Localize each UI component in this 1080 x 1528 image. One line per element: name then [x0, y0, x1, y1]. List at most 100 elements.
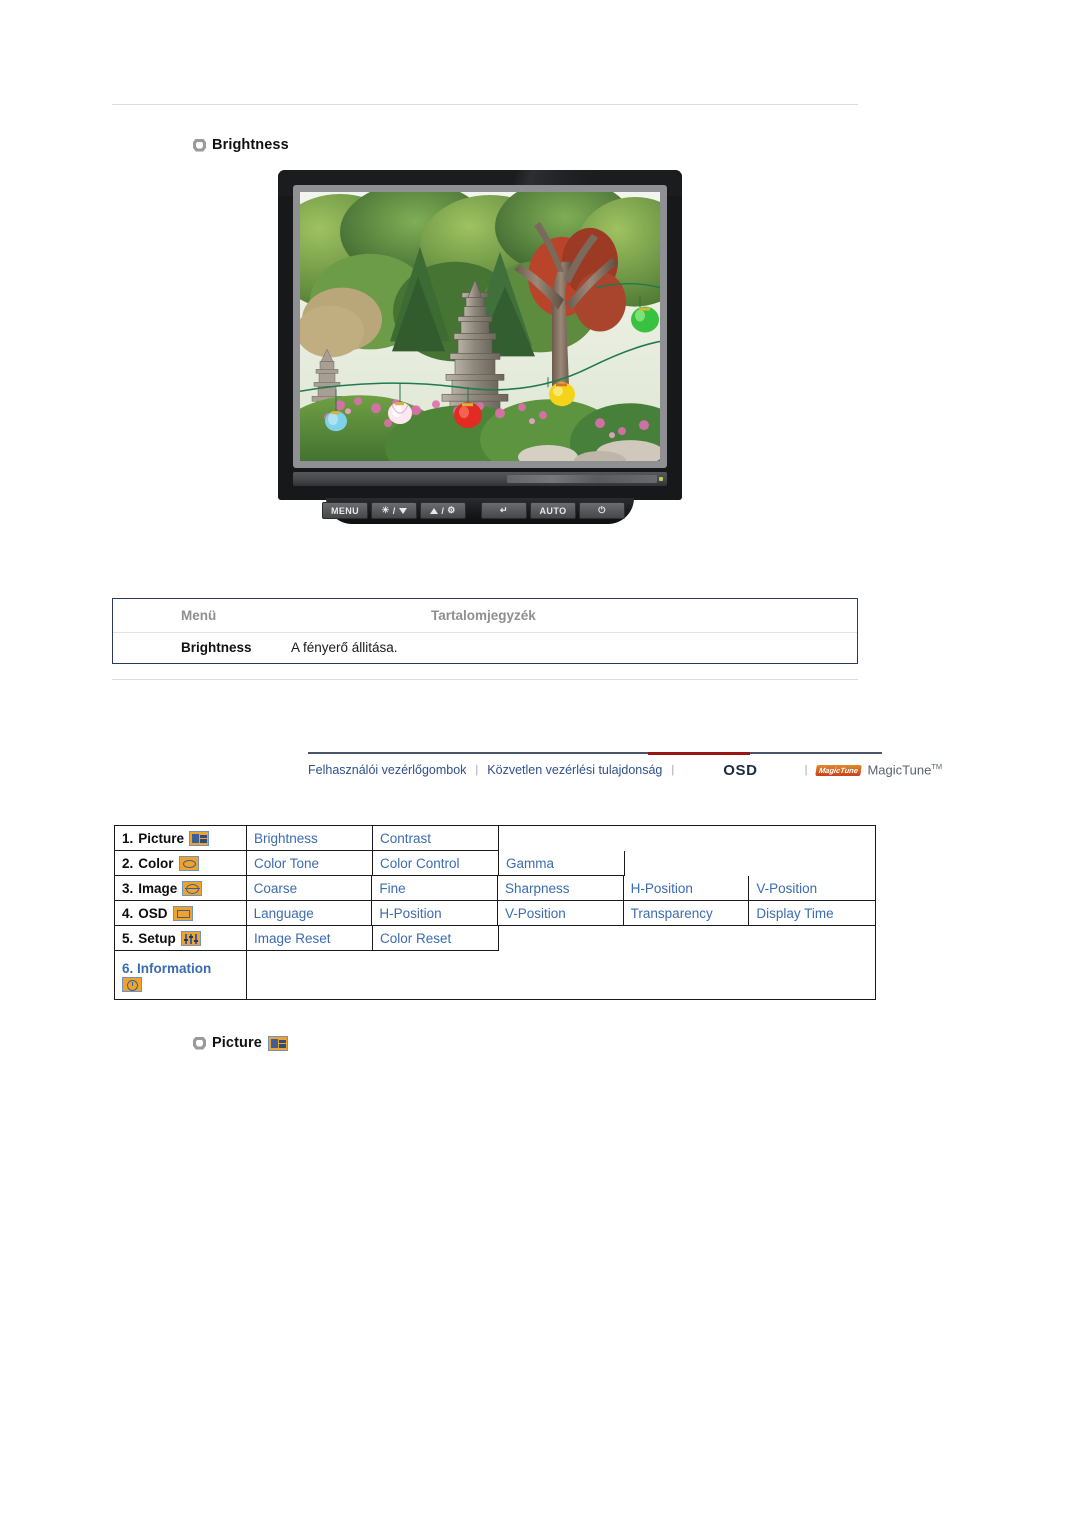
osd-label-setup[interactable]: 5. Setup	[115, 926, 247, 951]
setup-icon	[180, 930, 201, 946]
osd-item-color-reset[interactable]: Color Reset	[373, 926, 499, 951]
osd-label-information[interactable]: 6. Information	[115, 951, 247, 999]
table-header-row: Menü Tartalomjegyzék	[113, 599, 857, 633]
osd-item-v-position[interactable]: V-Position	[749, 876, 876, 901]
table-header-menu-label: Menü	[181, 607, 217, 623]
osd-item-fine[interactable]: Fine	[372, 876, 498, 901]
table-header-toc-label: Tartalomjegyzék	[431, 607, 536, 623]
menu-button-label: MENU	[330, 505, 360, 516]
osd-label-picture-text: Picture	[138, 830, 185, 846]
osd-label-color-text: Color	[138, 855, 174, 871]
section-heading-brightness-label: Brightness	[212, 137, 289, 153]
osd-row-information: 6. Information	[115, 951, 875, 999]
chevron-down-icon	[398, 507, 407, 514]
top-divider	[112, 104, 858, 105]
nav-tab-osd[interactable]: OSD	[723, 762, 757, 779]
monitor-bezel	[278, 170, 682, 500]
auto-button[interactable]: AUTO	[530, 502, 576, 519]
osd-item-h-position[interactable]: H-Position	[372, 901, 498, 926]
osd-empty-cell	[625, 851, 875, 876]
osd-label-information-text: 6. Information	[122, 961, 211, 976]
osd-item-gamma[interactable]: Gamma	[499, 851, 625, 876]
osd-label-image-text: Image	[138, 880, 178, 896]
navbar-rule	[308, 752, 882, 754]
osd-item-image-reset[interactable]: Image Reset	[247, 926, 373, 951]
power-icon: ⏻	[598, 505, 606, 515]
osd-row-osd: 4. OSD Language H-Position V-Position Tr…	[115, 901, 876, 926]
osd-empty-cell	[499, 826, 875, 851]
osd-label-color[interactable]: 2. Color	[115, 851, 247, 876]
osd-row-image: 3. Image Coarse Fine Sharpness H-Positio…	[115, 876, 876, 901]
magictune-label: MagicTune	[867, 762, 932, 778]
osd-number-2: 2.	[122, 855, 134, 871]
slash-divider: /	[392, 505, 396, 516]
power-led	[659, 477, 663, 481]
osd-empty-cell	[499, 926, 875, 951]
section-heading-brightness: Brightness	[193, 137, 289, 153]
osd-item-color-tone[interactable]: Color Tone	[247, 851, 373, 876]
mid-divider	[112, 679, 858, 680]
osd-item-sharpness[interactable]: Sharpness	[498, 876, 624, 901]
osd-item-color-control[interactable]: Color Control	[373, 851, 499, 876]
nav-link-direct-control[interactable]: Közvetlen vezérlési tulajdonság	[487, 763, 662, 777]
table-cell-menu: Brightness	[113, 639, 291, 657]
osd-label-osd[interactable]: 4. OSD	[115, 901, 247, 926]
osd-item-display-time[interactable]: Display Time	[749, 901, 876, 926]
table-cell-toc: A fényerő állitása.	[291, 639, 857, 657]
nav-separator: |	[804, 764, 808, 776]
nav-link-user-controls[interactable]: Felhasználói vezérlőgombok	[308, 763, 466, 777]
nav-link-magictune[interactable]: MagicTuneTM	[867, 762, 942, 777]
section-heading-picture: Picture	[193, 1035, 288, 1051]
osd-number-5: 5.	[122, 930, 134, 946]
auto-button-label: AUTO	[539, 505, 567, 516]
osd-row-setup: 5. Setup Image Reset Color Reset	[115, 926, 875, 951]
osd-row-picture: 1. Picture Brightness Contrast	[115, 826, 875, 851]
osd-item-brightness[interactable]: Brightness	[247, 826, 373, 851]
osd-number-3: 3.	[122, 880, 134, 896]
power-button[interactable]: ⏻	[579, 502, 625, 519]
magictune-logo-icon: MagicTune	[815, 764, 863, 776]
brightness-up-button[interactable]: / ⚙	[420, 502, 466, 519]
osd-number-1: 1.	[122, 830, 134, 846]
nav-separator: |	[671, 764, 675, 776]
brightness-down-button[interactable]: ☀ /	[371, 502, 417, 519]
garden-photo	[300, 192, 660, 461]
osd-menu-table: 1. Picture Brightness Contrast 2. Color …	[114, 825, 876, 1000]
osd-item-v-position[interactable]: V-Position	[498, 901, 624, 926]
osd-item-coarse[interactable]: Coarse	[246, 876, 373, 901]
section-heading-picture-label: Picture	[212, 1035, 262, 1051]
osd-item-transparency[interactable]: Transparency	[623, 901, 750, 926]
picture-icon	[189, 830, 210, 846]
chevron-up-icon	[430, 507, 439, 514]
menu-marks: III	[334, 492, 344, 501]
osd-row-color: 2. Color Color Tone Color Control Gamma	[115, 851, 875, 876]
color-icon	[178, 855, 199, 871]
enter-icon: ↵	[500, 505, 508, 515]
bullet-icon	[193, 1037, 206, 1050]
osd-label-picture[interactable]: 1. Picture	[115, 826, 247, 851]
osd-item-language[interactable]: Language	[246, 901, 373, 926]
gear-icon: ⚙	[447, 505, 456, 515]
image-icon	[182, 880, 203, 896]
table-header-toc: Tartalomjegyzék	[291, 607, 857, 625]
document-page: Brightness III MENU ☀ / / ⚙ ↵ AUTO ⏻ Men…	[0, 0, 1080, 1528]
table-row: Brightness A fényerő állitása.	[113, 633, 857, 663]
monitor-brand-badge	[507, 475, 657, 483]
osd-item-contrast[interactable]: Contrast	[373, 826, 499, 851]
nav-separator: |	[475, 764, 479, 776]
table-header-menu: Menü	[113, 607, 291, 625]
osd-label-setup-text: Setup	[138, 930, 176, 946]
osd-icon	[172, 905, 193, 921]
information-icon	[122, 976, 142, 992]
navbar-items: Felhasználói vezérlőgombok | Közvetlen v…	[308, 758, 942, 782]
monitor-illustration: III MENU ☀ / / ⚙ ↵ AUTO ⏻	[278, 170, 682, 530]
osd-label-image[interactable]: 3. Image	[115, 876, 247, 901]
osd-empty-cell	[247, 951, 875, 999]
monitor-bottom-bar	[293, 472, 667, 486]
slash-divider: /	[441, 505, 445, 516]
section-navbar: Felhasználói vezérlőgombok | Közvetlen v…	[308, 752, 942, 784]
osd-item-h-position[interactable]: H-Position	[623, 876, 750, 901]
menu-button[interactable]: MENU	[322, 502, 368, 519]
enter-button[interactable]: ↵	[481, 502, 527, 519]
monitor-screen	[300, 192, 660, 461]
